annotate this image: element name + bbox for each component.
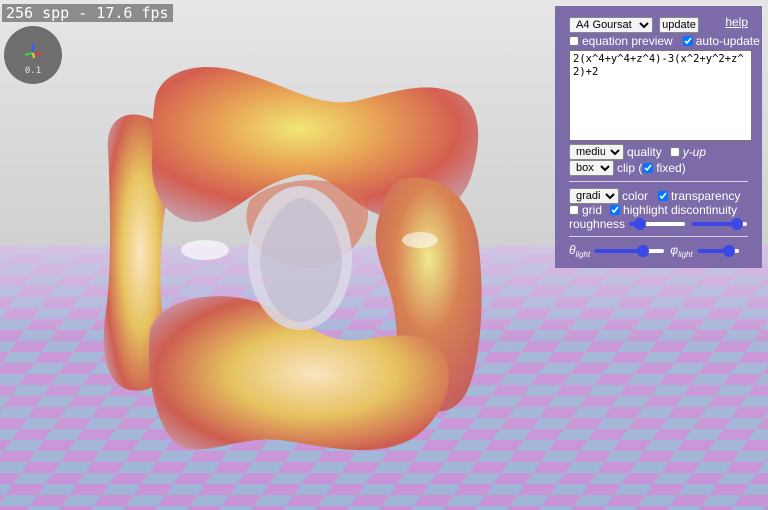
divider [569,236,748,237]
roughness-slider[interactable] [629,218,686,230]
y-up-label: y-up [682,145,707,159]
color-select[interactable]: gradient [569,188,619,204]
quality-select[interactable]: medium [569,144,624,160]
auto-update-checkbox[interactable] [682,36,693,46]
fps-counter: 256 spp - 17.6 fps [2,4,173,22]
color-label: color [622,189,649,203]
equation-input[interactable]: 2(x^4+y^4+z^4)-3(x^2+y^2+z^2)+2 [569,50,752,141]
fixed-label: fixed) [656,161,686,175]
theta-light-slider[interactable] [594,245,665,257]
divider [569,181,748,182]
transparency-label: transparency [671,189,741,203]
roughness-slider-2[interactable] [691,218,748,230]
axis-scale-label: 0.1 [24,66,42,76]
roughness-label: roughness [569,217,626,231]
phi-light-slider[interactable] [696,245,739,257]
help-link[interactable]: help [725,15,748,29]
grid-checkbox[interactable] [569,205,579,215]
slider-knob[interactable] [722,245,735,257]
slider-knob[interactable] [634,218,647,230]
control-panel: A4 Goursat update help equation preview … [555,6,762,268]
update-button[interactable]: update [659,17,699,33]
theta-sub: light [575,250,591,259]
clip-select[interactable]: box [569,160,614,176]
axis-gizmo[interactable]: 0.1 [4,26,62,84]
phi-light-label: φlight [670,243,693,259]
fixed-checkbox[interactable] [643,163,654,173]
auto-update-label: auto-update [695,34,760,48]
slider-knob[interactable] [731,218,744,230]
surface-select[interactable]: A4 Goursat [569,17,653,33]
equation-preview-label: equation preview [582,34,673,48]
grid-label: grid [582,203,603,217]
y-up-checkbox[interactable] [669,147,680,157]
quality-label: quality [627,145,662,159]
clip-label: clip ( [617,161,643,175]
slider-fill [594,249,644,253]
phi-symbol: φ [670,243,679,257]
equation-preview-checkbox[interactable] [569,36,579,46]
theta-light-label: θlight [569,243,590,259]
phi-sub: light [678,250,693,259]
slider-knob[interactable] [637,245,650,257]
highlight-discontinuity-label: highlight discontinuity [623,203,738,217]
transparency-checkbox[interactable] [658,191,669,201]
highlight-discontinuity-checkbox[interactable] [610,205,621,215]
